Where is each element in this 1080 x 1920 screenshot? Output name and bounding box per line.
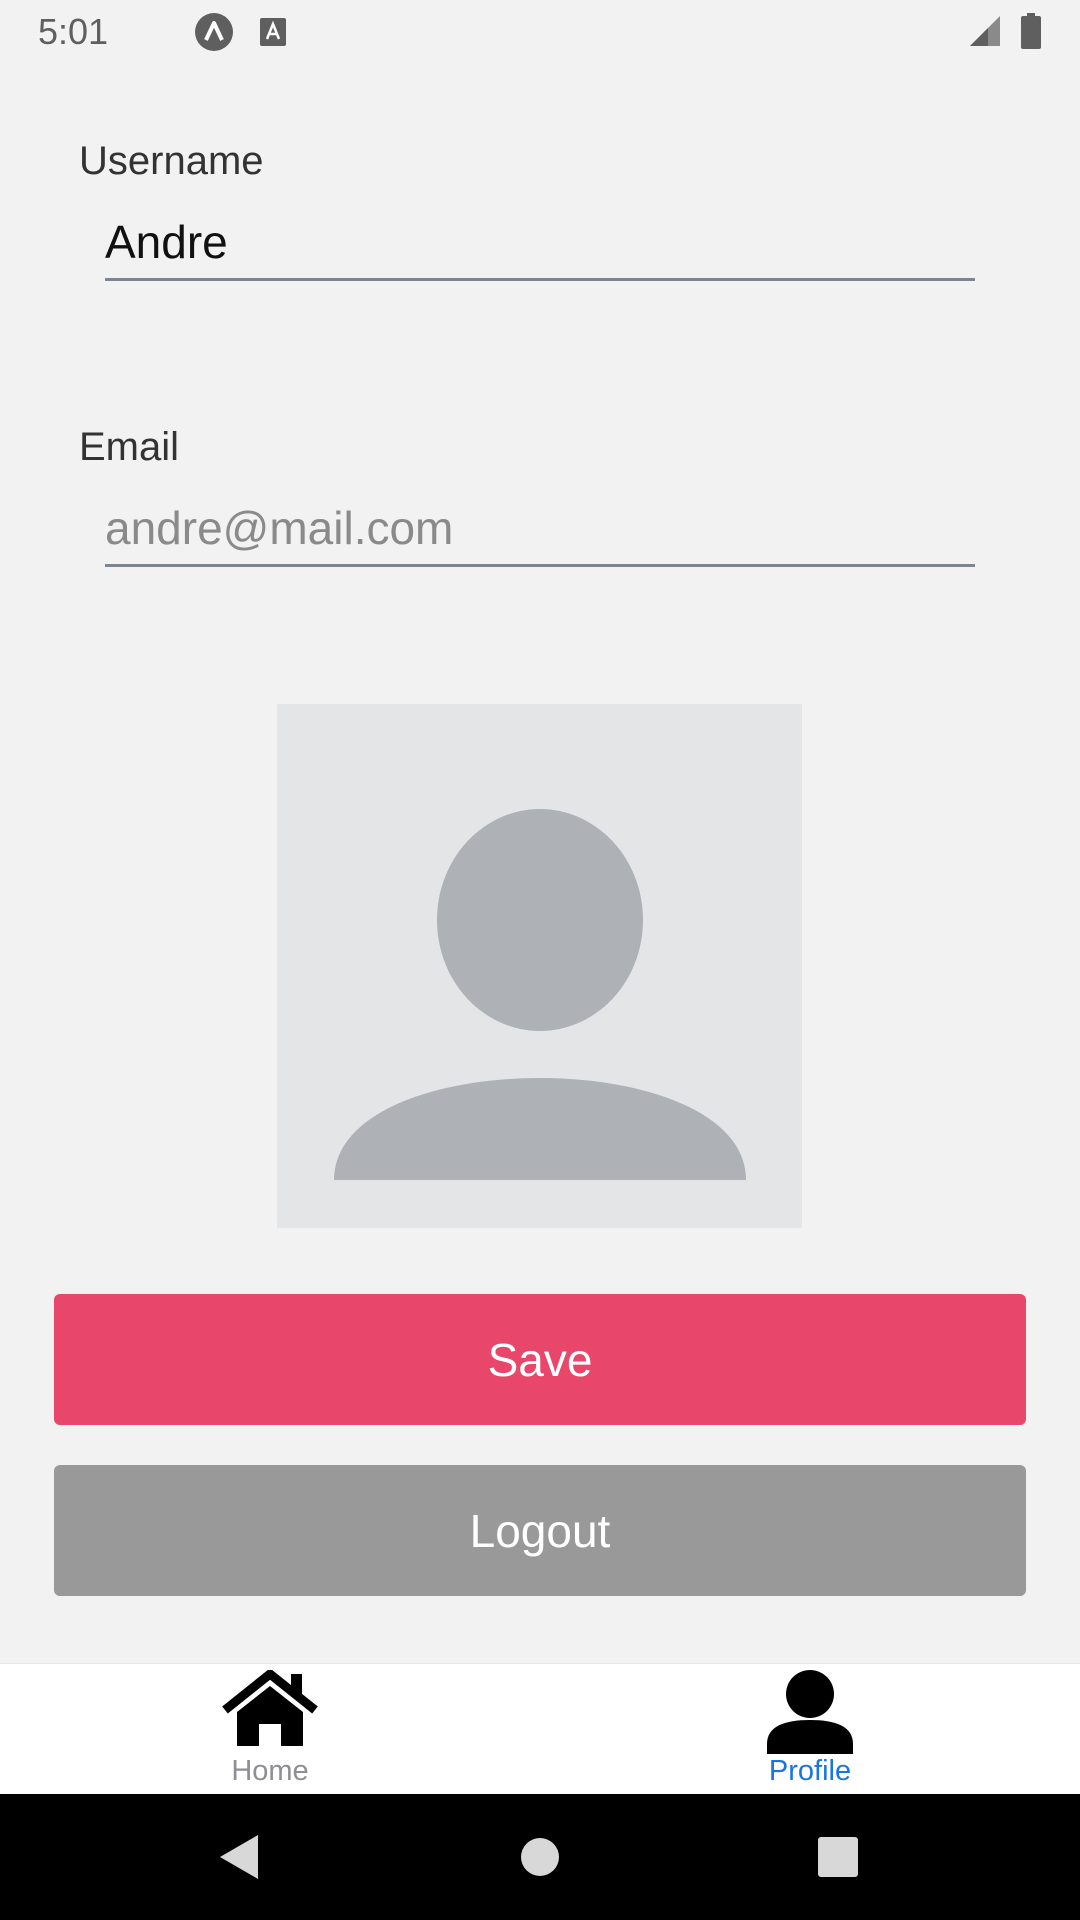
avatar[interactable] [277, 704, 802, 1228]
system-nav-bar [0, 1794, 1080, 1920]
tab-profile-label: Profile [768, 1755, 852, 1787]
status-bar: 5:01 [0, 0, 1080, 63]
email-label: Email [79, 425, 180, 469]
username-input[interactable] [105, 206, 975, 281]
recents-icon [818, 1837, 858, 1877]
email-input[interactable] [105, 492, 975, 567]
tab-profile[interactable]: Profile [540, 1664, 1080, 1794]
logout-button[interactable]: Logout [54, 1465, 1026, 1596]
home-icon [221, 1668, 319, 1753]
keyboard-a-icon [259, 17, 287, 52]
expo-icon [194, 12, 234, 57]
battery-icon [1021, 13, 1041, 54]
tab-home[interactable]: Home [0, 1664, 540, 1794]
person-icon [767, 1670, 853, 1759]
recents-button[interactable] [778, 1794, 898, 1920]
back-icon [220, 1835, 258, 1879]
username-label: Username [79, 139, 264, 183]
save-button[interactable]: Save [54, 1294, 1026, 1425]
home-circle-icon [521, 1838, 559, 1876]
home-nav-button[interactable] [480, 1794, 600, 1920]
status-time: 5:01 [38, 11, 109, 52]
back-button[interactable] [180, 1794, 300, 1920]
person-placeholder-icon [334, 809, 746, 1180]
signal-icon [968, 14, 1002, 53]
tab-home-label: Home [231, 1755, 309, 1787]
tab-bar: Home Profile [0, 1663, 1080, 1794]
